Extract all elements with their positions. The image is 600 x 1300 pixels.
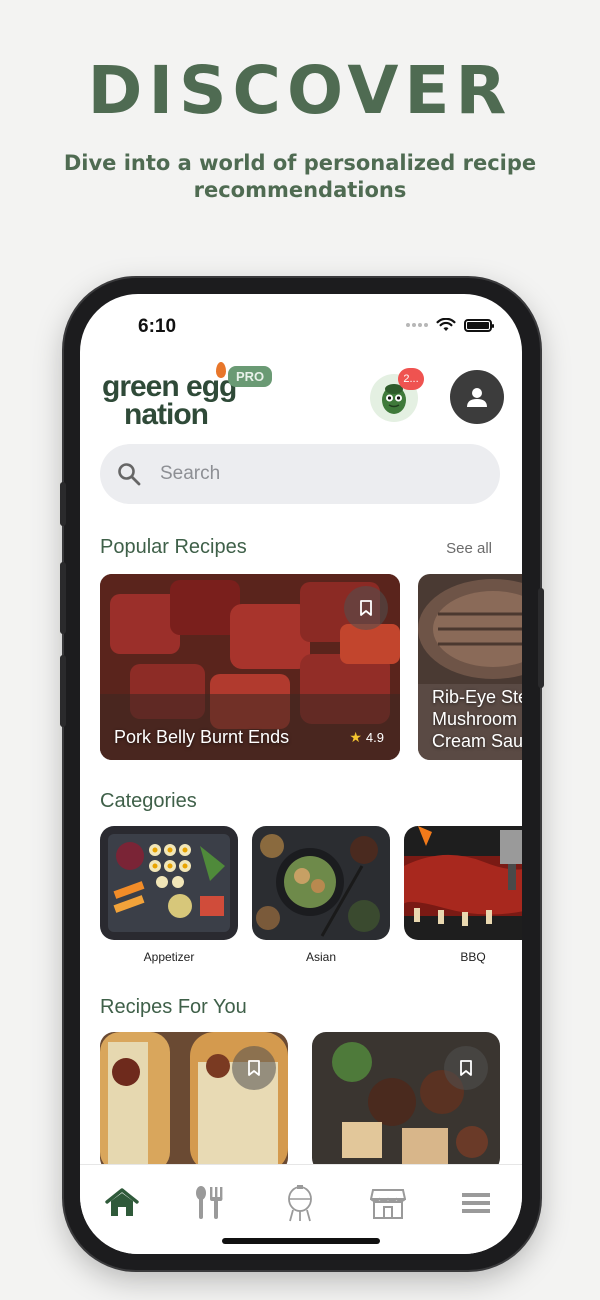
categories-title: Categories xyxy=(100,790,197,812)
promo-headline: DISCOVER xyxy=(87,52,513,129)
search-icon xyxy=(118,463,141,486)
category-item-bbq[interactable]: BBQ xyxy=(404,826,522,964)
appetizer-image xyxy=(100,826,238,940)
popular-recipe-card[interactable]: Pork Belly Burnt Ends ★ 4.9 xyxy=(100,574,400,760)
phone-side-button xyxy=(60,482,66,526)
wifi-icon xyxy=(436,318,456,331)
recipe-title-line: Cream Sau xyxy=(432,731,522,751)
bbq-image xyxy=(404,826,522,940)
tab-home[interactable] xyxy=(102,1183,142,1223)
recipe-card[interactable] xyxy=(100,1032,288,1172)
profile-button[interactable] xyxy=(450,370,504,424)
tab-recipes[interactable] xyxy=(190,1183,230,1223)
status-time: 6:10 xyxy=(138,316,177,337)
search-bar[interactable] xyxy=(100,444,500,504)
search-input[interactable] xyxy=(160,463,460,485)
category-item-appetizer[interactable]: Appetizer xyxy=(100,826,238,964)
promo-subline: Dive into a world of personalized recipe… xyxy=(63,151,537,202)
recipes-for-you-title: Recipes For You xyxy=(100,996,247,1018)
battery-icon xyxy=(464,318,494,332)
phone-side-button xyxy=(60,562,66,634)
recipe-title: Rib-Eye Ste Mushroom Cream Sau xyxy=(432,686,522,752)
bookmark-icon xyxy=(360,600,372,616)
user-icon xyxy=(467,388,487,407)
store-icon xyxy=(370,1189,406,1219)
grill-icon xyxy=(288,1185,312,1222)
tab-grill[interactable] xyxy=(280,1183,320,1223)
bookmark-button[interactable] xyxy=(444,1046,488,1090)
recipe-card[interactable] xyxy=(312,1032,500,1172)
logo-text-line2: nation xyxy=(124,398,209,431)
category-label: Appetizer xyxy=(143,950,195,964)
notification-badge: 2... xyxy=(398,368,424,390)
status-icons xyxy=(406,318,494,332)
tab-menu[interactable] xyxy=(456,1183,496,1223)
phone-side-button xyxy=(60,655,66,727)
popular-recipe-card[interactable]: Rib-Eye Ste Mushroom Cream Sau xyxy=(418,574,522,760)
tab-store[interactable] xyxy=(368,1183,408,1223)
recipe-title-line: Rib-Eye Ste xyxy=(432,687,522,707)
category-label: Asian xyxy=(305,950,337,964)
menu-icon xyxy=(462,1193,490,1213)
popular-recipes-title: Popular Recipes xyxy=(100,536,247,558)
category-label: BBQ xyxy=(460,950,486,964)
bookmark-button[interactable] xyxy=(232,1046,276,1090)
bookmark-icon xyxy=(248,1060,260,1076)
app-screen: 6:10 green egg nation PRO 2... Search Po… xyxy=(80,294,522,1254)
utensils-icon xyxy=(196,1186,223,1219)
home-icon xyxy=(105,1188,139,1216)
rating-value: 4.9 xyxy=(365,730,384,745)
star-icon: ★ xyxy=(349,729,362,745)
recipe-title: Pork Belly Burnt Ends xyxy=(114,727,290,747)
pro-badge: PRO xyxy=(228,366,273,387)
bookmark-button[interactable] xyxy=(344,586,388,630)
category-item-asian[interactable]: Asian xyxy=(252,826,390,964)
signal-icon xyxy=(406,323,428,327)
bookmark-icon xyxy=(460,1060,472,1076)
recipe-rating: ★ 4.9 xyxy=(349,729,384,746)
see-all-link[interactable]: See all xyxy=(446,540,492,557)
recipe-title-line: Mushroom xyxy=(432,709,518,729)
home-indicator xyxy=(222,1238,380,1244)
phone-side-button xyxy=(538,588,544,688)
asian-image xyxy=(252,826,390,940)
